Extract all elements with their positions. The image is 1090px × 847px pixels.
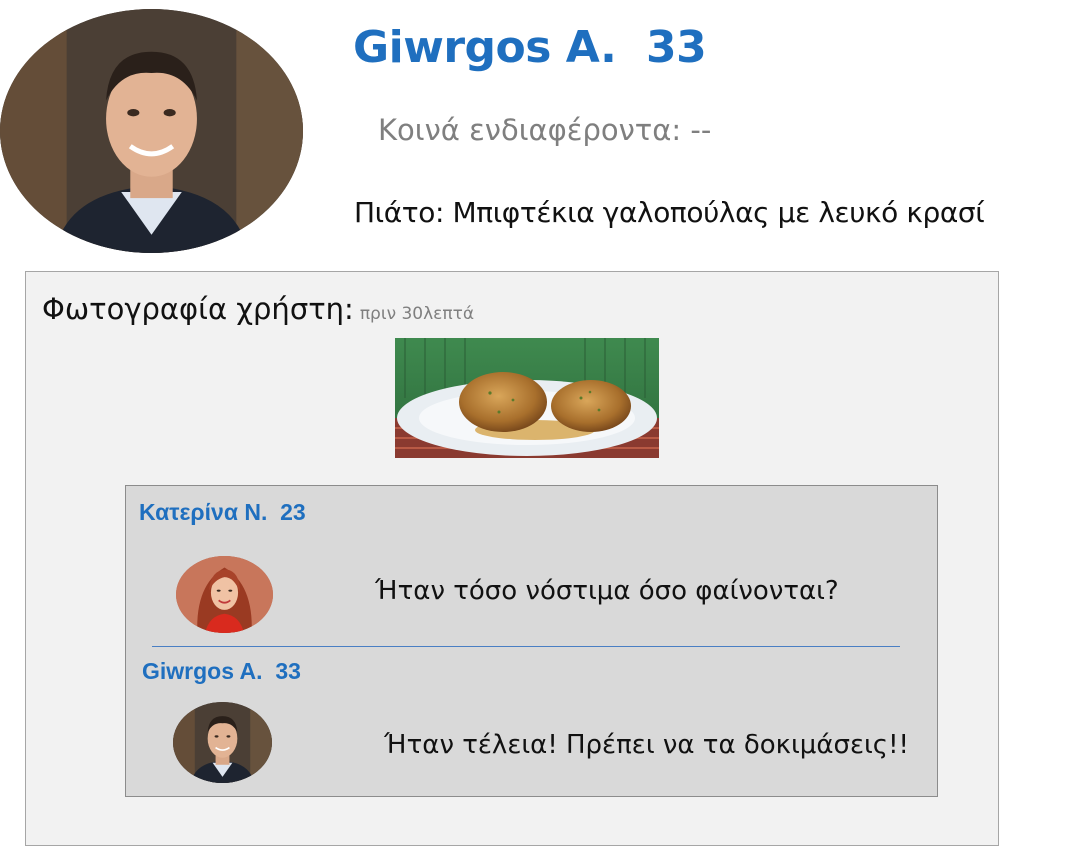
commenter-name[interactable]: Κατερίνα Ν. 23 [139, 499, 306, 526]
profile-avatar[interactable] [0, 9, 303, 253]
food-photo[interactable] [395, 338, 659, 458]
comment-divider [152, 646, 900, 647]
post-panel: Φωτογραφία χρήστη: πριν 30λεπτά Κατερίνα… [25, 271, 999, 846]
post-time: πριν 30λεπτά [359, 304, 475, 324]
photo-heading-label: Φωτογραφία χρήστη: [42, 292, 354, 326]
comment-text: Ήταν τέλεια! Πρέπει να τα δοκιμάσεις!! [384, 730, 909, 760]
commenter-avatar[interactable] [173, 702, 272, 783]
profile-name: Giwrgos A. 33 [353, 22, 707, 73]
comments-box: Κατερίνα Ν. 23 Ήταν τόσο νόστιμα όσο φαί… [125, 485, 938, 797]
comment-text: Ήταν τόσο νόστιμα όσο φαίνονται? [375, 576, 839, 606]
commenter-avatar[interactable] [176, 556, 273, 633]
dish-title: Πιάτο: Μπιφτέκια γαλοπούλας με λευκό κρα… [354, 196, 985, 229]
photo-heading: Φωτογραφία χρήστη: πριν 30λεπτά [42, 292, 474, 326]
shared-interests: Κοινά ενδιαφέροντα: -- [378, 113, 712, 147]
commenter-name[interactable]: Giwrgos A. 33 [142, 658, 301, 685]
